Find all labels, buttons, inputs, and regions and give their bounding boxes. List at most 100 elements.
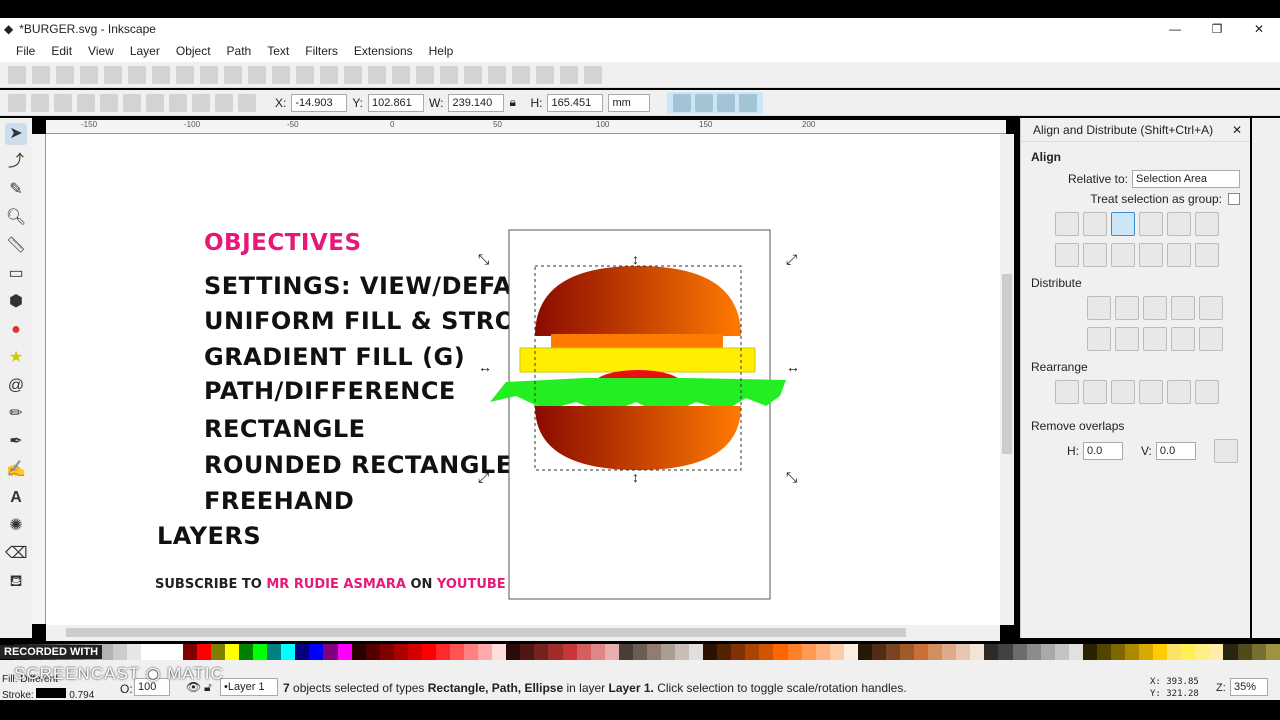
palette-swatch[interactable] xyxy=(154,644,169,660)
palette-swatch[interactable] xyxy=(604,644,619,660)
rectangle-tool-icon[interactable]: ▭ xyxy=(5,263,27,285)
burger-artwork[interactable]: ⤡ ⤢ ⤢ ⤡ ↕ ↕ ↔ ↔ xyxy=(46,134,1000,625)
vertical-scrollbar[interactable] xyxy=(1000,134,1014,625)
copy-icon[interactable] xyxy=(200,65,218,84)
distribute-bottom-icon[interactable] xyxy=(1143,327,1167,351)
palette-swatch[interactable] xyxy=(1125,644,1140,660)
menu-file[interactable]: File xyxy=(8,44,43,58)
overlap-h-input[interactable]: 0.0 xyxy=(1083,442,1123,460)
close-button[interactable]: ✕ xyxy=(1238,22,1280,36)
randomize-positions-icon[interactable] xyxy=(1167,380,1191,404)
palette-swatch[interactable] xyxy=(1054,644,1069,660)
new-icon[interactable] xyxy=(8,65,26,84)
exchange-clockwise-icon[interactable] xyxy=(1139,380,1163,404)
palette-swatch[interactable] xyxy=(984,644,999,660)
distribute-top-icon[interactable] xyxy=(1087,327,1111,351)
palette-swatch[interactable] xyxy=(900,644,915,660)
palette-swatch[interactable] xyxy=(1026,644,1041,660)
measure-tool-icon[interactable]: 📏︎ xyxy=(5,235,27,257)
align-baseline-vertical-icon[interactable] xyxy=(1195,243,1219,267)
palette-swatch[interactable] xyxy=(675,644,690,660)
align-left-icon[interactable] xyxy=(1083,212,1107,236)
align-icon[interactable] xyxy=(560,65,578,84)
flip-vertical-icon[interactable] xyxy=(146,93,164,112)
palette-swatch[interactable] xyxy=(281,644,296,660)
star-tool-icon[interactable]: ★ xyxy=(5,347,27,369)
palette-swatch[interactable] xyxy=(1223,644,1238,660)
palette-swatch[interactable] xyxy=(998,644,1013,660)
eraser-tool-icon[interactable]: ⌫ xyxy=(5,543,28,565)
palette-swatch[interactable] xyxy=(942,644,957,660)
export-icon[interactable] xyxy=(128,65,146,84)
palette-swatch[interactable] xyxy=(365,644,380,660)
menu-filters[interactable]: Filters xyxy=(297,44,346,58)
save-icon[interactable] xyxy=(56,65,74,84)
h-input[interactable]: 165.451 xyxy=(547,93,604,112)
redo-icon[interactable] xyxy=(176,65,194,84)
text-font-icon[interactable] xyxy=(488,65,506,84)
distribute-baselines-v-icon[interactable] xyxy=(1199,327,1223,351)
calligraphy-tool-icon[interactable]: ✍ xyxy=(5,459,27,481)
palette-swatch[interactable] xyxy=(914,644,929,660)
cut-icon[interactable] xyxy=(224,65,242,84)
palette-swatch[interactable] xyxy=(590,644,605,660)
palette-swatch[interactable] xyxy=(393,644,408,660)
x-input[interactable]: -14.903 xyxy=(291,93,348,112)
align-bottom-icon[interactable] xyxy=(1139,243,1163,267)
align-top-icon[interactable] xyxy=(1083,243,1107,267)
palette-swatch[interactable] xyxy=(1068,644,1083,660)
paste-icon[interactable] xyxy=(248,65,266,84)
palette-swatch[interactable] xyxy=(759,644,774,660)
distribute-center-h-icon[interactable] xyxy=(1115,296,1139,320)
palette-swatch[interactable] xyxy=(1237,644,1252,660)
palette-swatch[interactable] xyxy=(239,644,254,660)
palette-swatch[interactable] xyxy=(309,644,324,660)
distribute-baselines-icon[interactable] xyxy=(1199,296,1223,320)
deselect-icon[interactable] xyxy=(54,93,72,112)
menu-help[interactable]: Help xyxy=(421,44,462,58)
palette-swatch[interactable] xyxy=(1110,644,1125,660)
flip-horizontal-icon[interactable] xyxy=(123,93,141,112)
palette-swatch[interactable] xyxy=(1265,644,1280,660)
3d-box-tool-icon[interactable]: ⬢ xyxy=(5,291,27,313)
panel-close-icon[interactable]: ✕ xyxy=(1232,123,1242,137)
palette-swatch[interactable] xyxy=(196,644,211,660)
maximize-button[interactable]: ❐ xyxy=(1196,22,1238,36)
print-icon[interactable] xyxy=(80,65,98,84)
graph-layout-icon[interactable] xyxy=(1055,380,1079,404)
palette-swatch[interactable] xyxy=(717,644,732,660)
palette-swatch[interactable] xyxy=(407,644,422,660)
open-icon[interactable] xyxy=(32,65,50,84)
palette-swatch[interactable] xyxy=(829,644,844,660)
palette-swatch[interactable] xyxy=(885,644,900,660)
palette-swatch[interactable] xyxy=(421,644,436,660)
palette-swatch[interactable] xyxy=(267,644,282,660)
palette-swatch[interactable] xyxy=(337,644,352,660)
palette-swatch[interactable] xyxy=(801,644,816,660)
palette-swatch[interactable] xyxy=(478,644,493,660)
bucket-tool-icon[interactable]: ⛾ xyxy=(5,571,27,593)
scale-corners-icon[interactable] xyxy=(695,93,714,112)
palette-swatch[interactable] xyxy=(182,644,197,660)
palette-swatch[interactable] xyxy=(534,644,549,660)
zoom-tool-icon[interactable]: 🔍︎ xyxy=(5,207,27,229)
zoom-selection-icon[interactable] xyxy=(272,65,290,84)
palette-swatch[interactable] xyxy=(1012,644,1027,660)
palette-swatch[interactable] xyxy=(1209,644,1224,660)
palette-swatch[interactable] xyxy=(450,644,465,660)
node-tool-icon[interactable]: ⤴ xyxy=(5,151,27,173)
align-right-to-left-icon[interactable] xyxy=(1055,212,1079,236)
palette-swatch[interactable] xyxy=(970,644,985,660)
cheese-slice[interactable] xyxy=(519,347,756,373)
palette-swatch[interactable] xyxy=(928,644,943,660)
zoom-page-icon[interactable] xyxy=(320,65,338,84)
lower-bottom-icon[interactable] xyxy=(169,93,187,112)
palette-swatch[interactable] xyxy=(773,644,788,660)
palette-swatch[interactable] xyxy=(731,644,746,660)
scale-stroke-icon[interactable] xyxy=(673,93,692,112)
palette-swatch[interactable] xyxy=(618,644,633,660)
lock-icon[interactable]: 🔒︎ xyxy=(509,95,525,110)
palette-swatch[interactable] xyxy=(435,644,450,660)
palette-swatch[interactable] xyxy=(112,644,127,660)
text-tool-icon[interactable]: A xyxy=(5,487,27,509)
